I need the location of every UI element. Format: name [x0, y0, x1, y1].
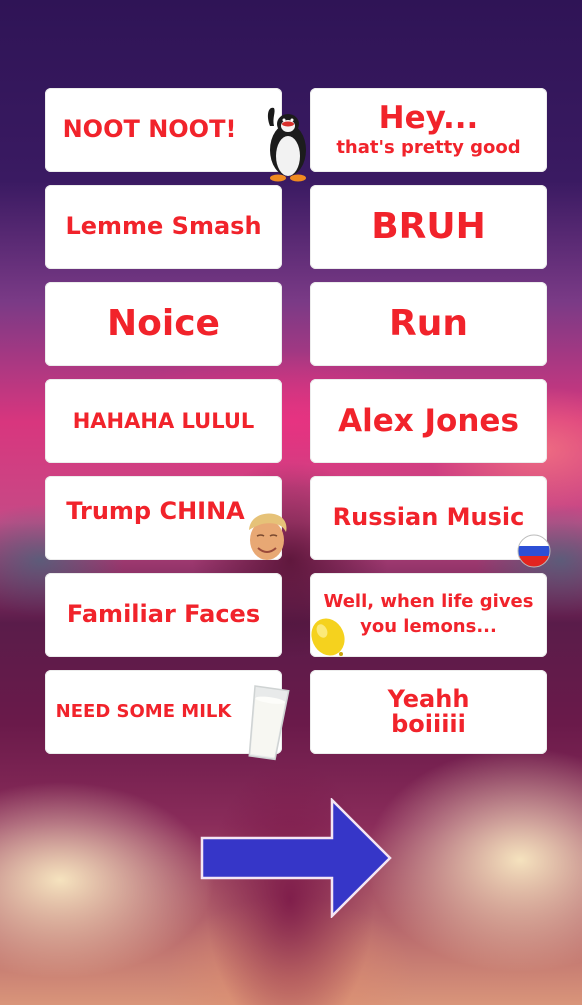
sound-button-label: HAHAHA LULUL — [72, 408, 255, 433]
sound-button-label: BRUH — [371, 206, 486, 248]
sound-button-label: Lemme Smash — [65, 212, 262, 241]
sound-button-run[interactable]: Run — [310, 282, 547, 366]
sound-button-label: NOOT NOOT! — [62, 115, 237, 144]
sound-button-label: Russian Music — [332, 503, 525, 532]
sound-button-label: Noice — [107, 303, 220, 345]
sound-button-familiar-faces[interactable]: Familiar Faces — [45, 573, 282, 657]
sound-button-need-some-milk[interactable]: NEED SOME MILK — [45, 670, 290, 761]
sound-button-label: Hey... — [378, 100, 479, 137]
sound-button-label: Run — [389, 303, 468, 345]
penguin-icon — [267, 107, 306, 182]
right-arrow-icon — [200, 798, 392, 918]
sound-button-trump-china[interactable]: Trump CHINA — [45, 476, 287, 560]
sound-button-sublabel: that's pretty good — [336, 136, 521, 158]
trump-face-icon — [249, 513, 287, 560]
sound-button-label: Yeahh — [387, 684, 470, 713]
sound-button-noot-noot[interactable]: NOOT NOOT! — [45, 88, 306, 182]
sound-button-label: Familiar Faces — [66, 600, 261, 629]
next-arrow-button[interactable] — [200, 798, 395, 918]
milk-glass-icon — [248, 685, 290, 761]
sound-button-russian-music[interactable]: Russian Music — [310, 476, 551, 568]
russian-flag-icon — [517, 534, 551, 568]
sound-button-label: Well, when life gives — [323, 591, 534, 613]
sound-button-label: Trump CHINA — [66, 497, 245, 526]
sound-button-label: Alex Jones — [338, 402, 519, 439]
sound-button-sublabel: you lemons... — [360, 616, 497, 637]
sound-button-sublabel: boiiiii — [391, 710, 466, 738]
sound-button-hahaha-lulul[interactable]: HAHAHA LULUL — [45, 379, 282, 463]
sound-button-noice[interactable]: Noice — [45, 282, 282, 366]
soundboard-grid: NOOT NOOT! Hey... that's pretty good Lem… — [45, 88, 551, 761]
sound-button-label: NEED SOME MILK — [55, 700, 232, 722]
sound-button-alex-jones[interactable]: Alex Jones — [310, 379, 547, 463]
sound-button-life-gives-lemons[interactable]: Well, when life gives you lemons... — [310, 573, 547, 657]
sound-button-yeahh-boiiiii[interactable]: Yeahh boiiiii — [310, 670, 547, 754]
sound-button-bruh[interactable]: BRUH — [310, 185, 547, 269]
sound-button-hey-thats-pretty-good[interactable]: Hey... that's pretty good — [310, 88, 547, 172]
sound-button-lemme-smash[interactable]: Lemme Smash — [45, 185, 282, 269]
